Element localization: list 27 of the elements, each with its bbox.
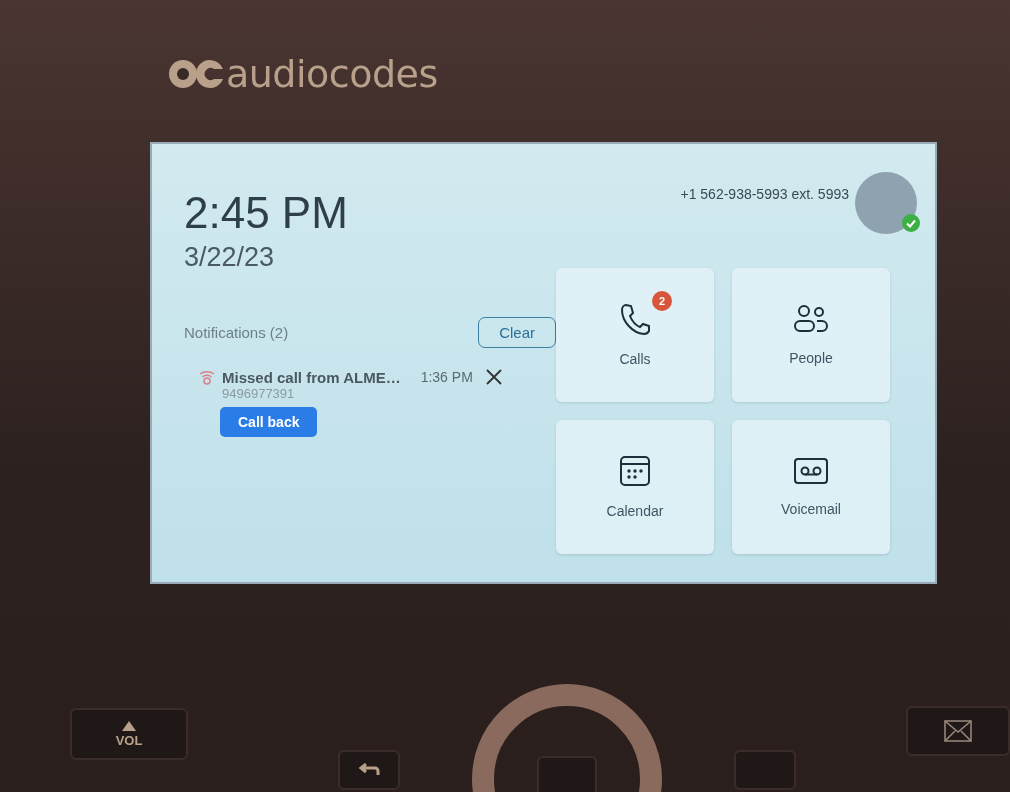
people-icon	[793, 304, 829, 334]
volume-key[interactable]: VOL	[70, 708, 188, 760]
up-triangle-icon	[122, 720, 136, 731]
back-arrow-icon	[358, 763, 380, 777]
voicemail-tile[interactable]: Voicemail	[732, 420, 890, 554]
close-icon[interactable]	[484, 368, 503, 386]
calendar-icon	[619, 455, 651, 487]
date-text: 3/22/23	[184, 242, 276, 273]
caller-number: 9496977391	[222, 386, 295, 401]
phone-icon	[620, 303, 650, 335]
clock-time: 2:45 PM	[184, 188, 349, 238]
envelope-icon	[944, 720, 972, 742]
calls-tile[interactable]: 2 Calls	[556, 268, 714, 402]
logo-icon	[168, 59, 224, 89]
count-badge: 2	[652, 291, 672, 311]
people-tile[interactable]: People	[732, 268, 890, 402]
notification-time: 1:36 PM	[420, 369, 473, 385]
notifications-heading: Notifications (2)	[184, 324, 289, 341]
voicemail-icon	[793, 457, 829, 485]
mail-key[interactable]	[906, 706, 1010, 756]
missed-call-icon	[198, 368, 216, 386]
call-back-button[interactable]: Call back	[220, 407, 318, 437]
calendar-tile[interactable]: Calendar	[556, 420, 714, 554]
phone-number: +1 562-938-5993 ext. 5993	[680, 186, 849, 202]
brand-logo-text: audiocodes	[226, 52, 438, 96]
notification-text: Missed call from ALME…	[222, 368, 401, 386]
back-key[interactable]	[338, 750, 400, 790]
